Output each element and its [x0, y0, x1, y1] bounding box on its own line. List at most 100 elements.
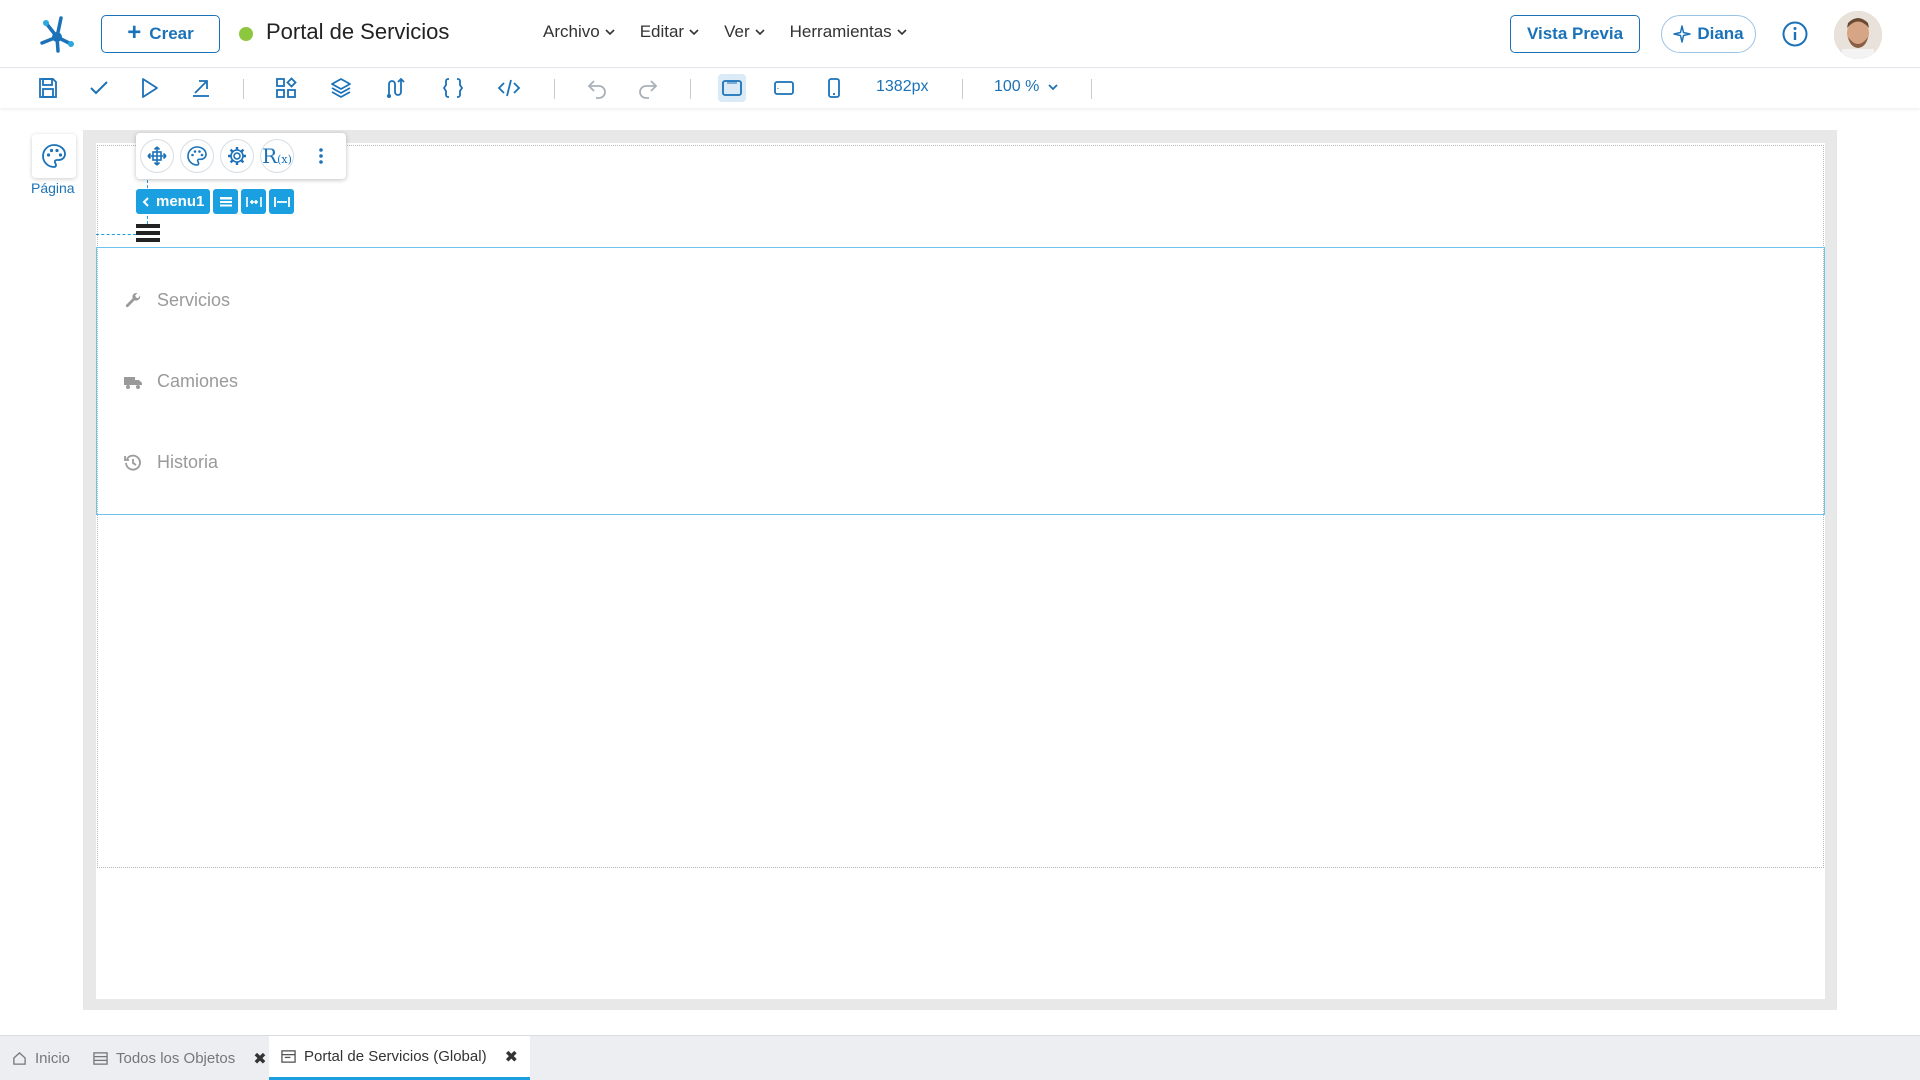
element-floating-toolbar: R(x) [136, 133, 346, 179]
sparkle-icon [1673, 25, 1692, 43]
gear-icon [228, 147, 246, 165]
bottom-tab-bar: Inicio Todos los Objetos ✖ Portal de Ser… [0, 1035, 1920, 1080]
editor-toolbar [0, 68, 1920, 108]
plus-icon: + [127, 19, 142, 46]
page-properties-label: Página [31, 180, 75, 196]
menu-item-servicios[interactable]: Servicios [123, 290, 230, 311]
info-icon[interactable] [1781, 20, 1809, 48]
palette-icon [187, 146, 207, 166]
play-icon [142, 78, 158, 98]
check-icon [90, 81, 108, 95]
user-avatar[interactable] [1834, 11, 1882, 59]
preview-button[interactable]: Vista Previa [1510, 15, 1640, 53]
avatar-photo-icon [1834, 11, 1882, 59]
zoom-value: 100 % [994, 78, 1040, 95]
widgets-button[interactable] [272, 74, 300, 102]
chevron-down-icon [755, 29, 765, 36]
assistant-button[interactable]: Diana [1661, 15, 1756, 53]
flow-button[interactable] [382, 74, 410, 102]
chevron-down-icon [1048, 84, 1059, 91]
menu-item-label: Camiones [157, 371, 239, 391]
page-icon [281, 1050, 296, 1063]
more-options-button[interactable] [304, 139, 338, 173]
toolbar-separator [243, 79, 244, 99]
export-icon [193, 80, 209, 97]
chevron-down-icon [605, 29, 615, 36]
settings-button[interactable] [220, 139, 254, 173]
more-vertical-icon [319, 148, 323, 164]
braces-icon [442, 78, 464, 98]
code-button[interactable] [495, 74, 523, 102]
page-title: Portal de Servicios [266, 19, 450, 44]
formula-icon: R(x) [262, 144, 292, 168]
code-icon [497, 79, 521, 97]
close-icon[interactable]: ✖ [505, 1047, 518, 1067]
zoom-select[interactable]: 100 % [994, 78, 1059, 96]
app-logo-icon[interactable] [36, 13, 78, 55]
validate-button[interactable] [85, 74, 113, 102]
menu-item-label: Historia [157, 452, 219, 472]
run-button[interactable] [135, 74, 163, 102]
toolbar-separator [554, 79, 555, 99]
status-indicator [239, 27, 253, 41]
menu-component[interactable] [96, 247, 1825, 515]
menu-ver[interactable]: Ver [724, 22, 766, 42]
rules-button[interactable]: R(x) [260, 139, 294, 173]
redo-button[interactable] [634, 74, 662, 102]
chevron-down-icon [897, 29, 907, 36]
menu-archivo[interactable]: Archivo [543, 22, 616, 42]
menu-item-historia[interactable]: Historia [123, 452, 218, 473]
hamburger-icon[interactable] [136, 224, 160, 246]
select-parent-button[interactable]: menu1 [136, 189, 211, 214]
menu-ver-label: Ver [724, 22, 750, 41]
page-properties-button[interactable] [32, 134, 76, 178]
undo-icon [587, 80, 606, 99]
history-icon [124, 454, 141, 471]
variables-button[interactable] [439, 74, 467, 102]
menu-archivo-label: Archivo [543, 22, 600, 41]
export-button[interactable] [187, 74, 215, 102]
layers-button[interactable] [327, 74, 355, 102]
expand-width-button[interactable] [241, 189, 267, 214]
move-button[interactable] [140, 139, 174, 173]
desktop-view-button[interactable] [718, 74, 746, 102]
toolbar-separator [690, 79, 691, 99]
assistant-label: Diana [1697, 24, 1744, 43]
tab-inicio[interactable]: Inicio [12, 1036, 70, 1080]
style-button[interactable] [180, 139, 214, 173]
save-icon [39, 78, 57, 98]
create-button-label: Crear [149, 24, 194, 43]
redo-icon [639, 80, 658, 99]
mobile-view-icon [828, 78, 840, 98]
undo-button[interactable] [583, 74, 611, 102]
tab-todos-los-objetos[interactable]: Todos los Objetos ✖ [93, 1036, 267, 1080]
create-button[interactable]: + Crear [101, 15, 220, 53]
close-icon[interactable]: ✖ [253, 1049, 266, 1069]
menu-herramientas-label: Herramientas [789, 22, 892, 41]
list-icon [219, 196, 232, 206]
selection-guide [96, 234, 136, 235]
desktop-view-icon [722, 80, 742, 96]
tablet-view-button[interactable] [770, 74, 798, 102]
chevron-down-icon [689, 29, 699, 36]
element-list-button[interactable] [213, 189, 239, 214]
toolbar-separator [1091, 79, 1092, 99]
move-icon [147, 146, 167, 166]
toolbar-separator [962, 79, 963, 99]
full-width-icon [273, 196, 290, 207]
mobile-view-button[interactable] [820, 74, 848, 102]
selection-tag: menu1 [136, 189, 295, 214]
save-button[interactable] [34, 74, 62, 102]
menu-item-camiones[interactable]: Camiones [123, 371, 238, 392]
home-icon [13, 1051, 26, 1065]
app-window: + Crear Portal de Servicios Archivo Edit… [0, 0, 1920, 1080]
palette-icon [42, 144, 66, 168]
expand-horizontal-icon [246, 196, 262, 207]
tab-portal-de-servicios[interactable]: Portal de Servicios (Global) ✖ [269, 1036, 530, 1080]
canvas-width-value[interactable]: 1382px [876, 78, 929, 96]
full-width-button[interactable] [269, 189, 295, 214]
menu-herramientas[interactable]: Herramientas [790, 22, 908, 42]
top-header: + Crear Portal de Servicios Archivo Edit… [0, 0, 1920, 68]
flow-icon [387, 77, 405, 98]
menu-editar[interactable]: Editar [640, 22, 700, 42]
